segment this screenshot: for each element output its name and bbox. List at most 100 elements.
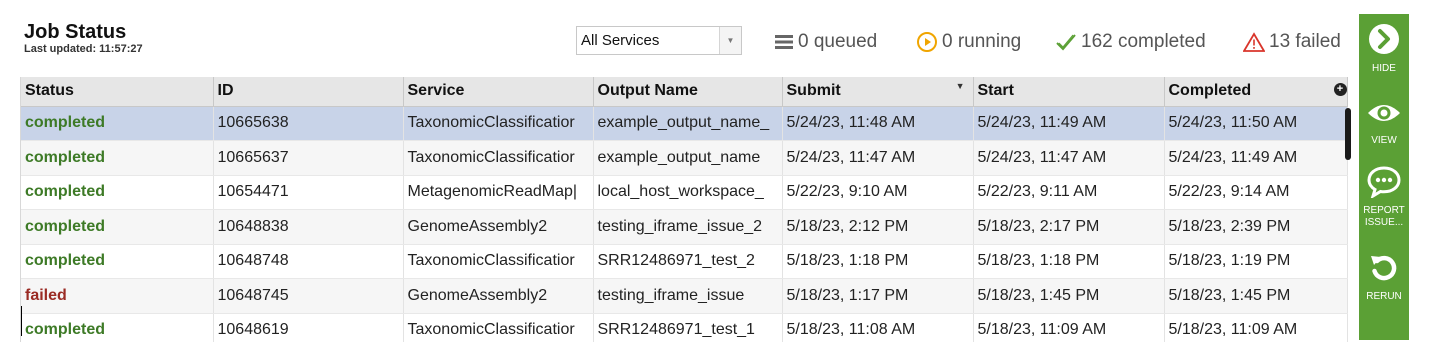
submit-cell: 5/18/23, 11:08 AM xyxy=(782,313,974,342)
submit-cell: 5/18/23, 1:17 PM xyxy=(782,278,974,314)
rerun-label: RERUN xyxy=(1366,291,1402,302)
completed-cell: 5/18/23, 1:19 PM xyxy=(1164,244,1348,279)
job-status-header: Job Status Last updated: 11:57:27 All Se… xyxy=(0,0,1358,70)
id-cell: 10648748 xyxy=(213,244,404,279)
service-cell: MetagenomicReadMap| xyxy=(403,175,594,210)
completed-count[interactable]: 162 completed xyxy=(1055,30,1206,54)
view-button[interactable]: VIEW xyxy=(1359,98,1409,147)
table-row[interactable]: failed 10648745 GenomeAssembly2 testing_… xyxy=(21,278,1348,314)
output-name-cell: SRR12486971_test_1 xyxy=(593,313,783,342)
completed-cell: 5/24/23, 11:50 AM xyxy=(1164,106,1348,141)
column-header-submit[interactable]: Submit ▼ xyxy=(782,77,974,107)
jobs-table: Status ID Service Output Name Submit ▼ S… xyxy=(20,77,1358,342)
service-cell: GenomeAssembly2 xyxy=(403,278,594,314)
column-header-completed[interactable]: Completed + xyxy=(1164,77,1348,107)
sort-descending-icon: ▼ xyxy=(955,81,965,91)
output-name-cell: SRR12486971_test_2 xyxy=(593,244,783,279)
id-cell: 10648745 xyxy=(213,278,404,314)
completed-cell: 5/22/23, 9:14 AM xyxy=(1164,175,1348,210)
completed-cell: 5/24/23, 11:49 AM xyxy=(1164,140,1348,176)
table-row[interactable]: completed 10665637 TaxonomicClassificati… xyxy=(21,140,1348,176)
start-cell: 5/22/23, 9:11 AM xyxy=(973,175,1165,210)
view-label: VIEW xyxy=(1371,135,1397,146)
status-cell: completed xyxy=(21,140,214,176)
start-cell: 5/18/23, 1:45 PM xyxy=(973,278,1165,314)
status-cell: completed xyxy=(21,313,214,342)
status-cell: failed xyxy=(21,278,214,314)
rerun-button[interactable]: RERUN xyxy=(1359,252,1409,303)
output-name-cell: testing_iframe_issue_2 xyxy=(593,209,783,245)
id-cell: 10665638 xyxy=(213,106,404,141)
submit-cell: 5/24/23, 11:47 AM xyxy=(782,140,974,176)
chevron-right-circle-icon xyxy=(1367,22,1401,61)
completed-cell: 5/18/23, 11:09 AM xyxy=(1164,313,1348,342)
id-cell: 10654471 xyxy=(213,175,404,210)
id-cell: 10648619 xyxy=(213,313,404,342)
checkmark-icon xyxy=(1055,32,1077,52)
queue-list-icon xyxy=(774,34,794,50)
running-count[interactable]: 0 running xyxy=(916,30,1021,54)
service-filter-dropdown-button[interactable]: ▼ xyxy=(719,27,741,54)
submit-cell: 5/24/23, 11:48 AM xyxy=(782,106,974,141)
action-sidebar: HIDE VIEW REPORT ISSUE... RERUN xyxy=(1359,14,1409,340)
output-name-cell: local_host_workspace_ xyxy=(593,175,783,210)
completed-label: 162 completed xyxy=(1081,31,1206,52)
start-cell: 5/18/23, 1:18 PM xyxy=(973,244,1165,279)
column-header-service[interactable]: Service xyxy=(403,77,594,107)
submit-cell: 5/18/23, 2:12 PM xyxy=(782,209,974,245)
column-header-completed-label: Completed xyxy=(1168,82,1252,100)
failed-label: 13 failed xyxy=(1269,31,1341,52)
table-row[interactable]: completed 10654471 MetagenomicReadMap| l… xyxy=(21,175,1348,210)
report-issue-button[interactable]: REPORT ISSUE... xyxy=(1359,166,1409,229)
report-issue-label-1: REPORT xyxy=(1363,205,1405,216)
report-issue-label-2: ISSUE... xyxy=(1364,217,1404,228)
column-header-submit-label: Submit xyxy=(786,82,841,100)
table-row[interactable]: completed 10648838 GenomeAssembly2 testi… xyxy=(21,209,1348,245)
running-label: 0 running xyxy=(942,31,1022,52)
table-row[interactable]: completed 10665638 TaxonomicClassificati… xyxy=(21,106,1348,141)
queued-count[interactable]: 0 queued xyxy=(774,30,877,54)
id-cell: 10648838 xyxy=(213,209,404,245)
table-header-row: Status ID Service Output Name Submit ▼ S… xyxy=(21,77,1348,107)
text-cursor xyxy=(21,306,22,336)
play-circle-icon xyxy=(916,31,938,53)
column-header-start[interactable]: Start xyxy=(973,77,1165,107)
id-cell: 10665637 xyxy=(213,140,404,176)
service-cell: TaxonomicClassificatior xyxy=(403,140,594,176)
output-name-cell: example_output_name_ xyxy=(593,106,783,141)
hide-label: HIDE xyxy=(1372,63,1396,74)
service-filter-value: All Services xyxy=(581,32,660,49)
status-cell: completed xyxy=(21,209,214,245)
failed-count[interactable]: 13 failed xyxy=(1243,30,1341,54)
service-cell: TaxonomicClassificatior xyxy=(403,313,594,342)
hide-button[interactable]: HIDE xyxy=(1359,22,1409,75)
start-cell: 5/18/23, 11:09 AM xyxy=(973,313,1165,342)
page-title: Job Status xyxy=(24,21,127,43)
eye-icon xyxy=(1366,98,1402,133)
column-header-id[interactable]: ID xyxy=(213,77,404,107)
service-cell: TaxonomicClassificatior xyxy=(403,244,594,279)
start-cell: 5/24/23, 11:47 AM xyxy=(973,140,1165,176)
submit-cell: 5/18/23, 1:18 PM xyxy=(782,244,974,279)
status-cell: completed xyxy=(21,175,214,210)
service-filter-select[interactable]: All Services ▼ xyxy=(576,26,742,55)
table-row[interactable]: completed 10648748 TaxonomicClassificati… xyxy=(21,244,1348,279)
chevron-down-icon: ▼ xyxy=(726,36,735,45)
service-cell: TaxonomicClassificatior xyxy=(403,106,594,141)
output-name-cell: testing_iframe_issue xyxy=(593,278,783,314)
last-updated-label: Last updated: 11:57:27 xyxy=(24,43,143,55)
completed-cell: 5/18/23, 1:45 PM xyxy=(1164,278,1348,314)
rerun-icon xyxy=(1368,252,1400,289)
column-menu-icon[interactable]: + xyxy=(1333,83,1346,96)
status-cell: completed xyxy=(21,244,214,279)
column-header-output-name[interactable]: Output Name xyxy=(593,77,783,107)
table-row[interactable]: completed 10648619 TaxonomicClassificati… xyxy=(21,313,1348,342)
start-cell: 5/24/23, 11:49 AM xyxy=(973,106,1165,141)
warning-triangle-icon xyxy=(1243,32,1265,52)
table-scrollbar[interactable] xyxy=(1345,108,1351,160)
completed-cell: 5/18/23, 2:39 PM xyxy=(1164,209,1348,245)
column-header-status[interactable]: Status xyxy=(21,77,214,107)
chat-bubble-icon xyxy=(1367,166,1401,203)
submit-cell: 5/22/23, 9:10 AM xyxy=(782,175,974,210)
output-name-cell: example_output_name xyxy=(593,140,783,176)
